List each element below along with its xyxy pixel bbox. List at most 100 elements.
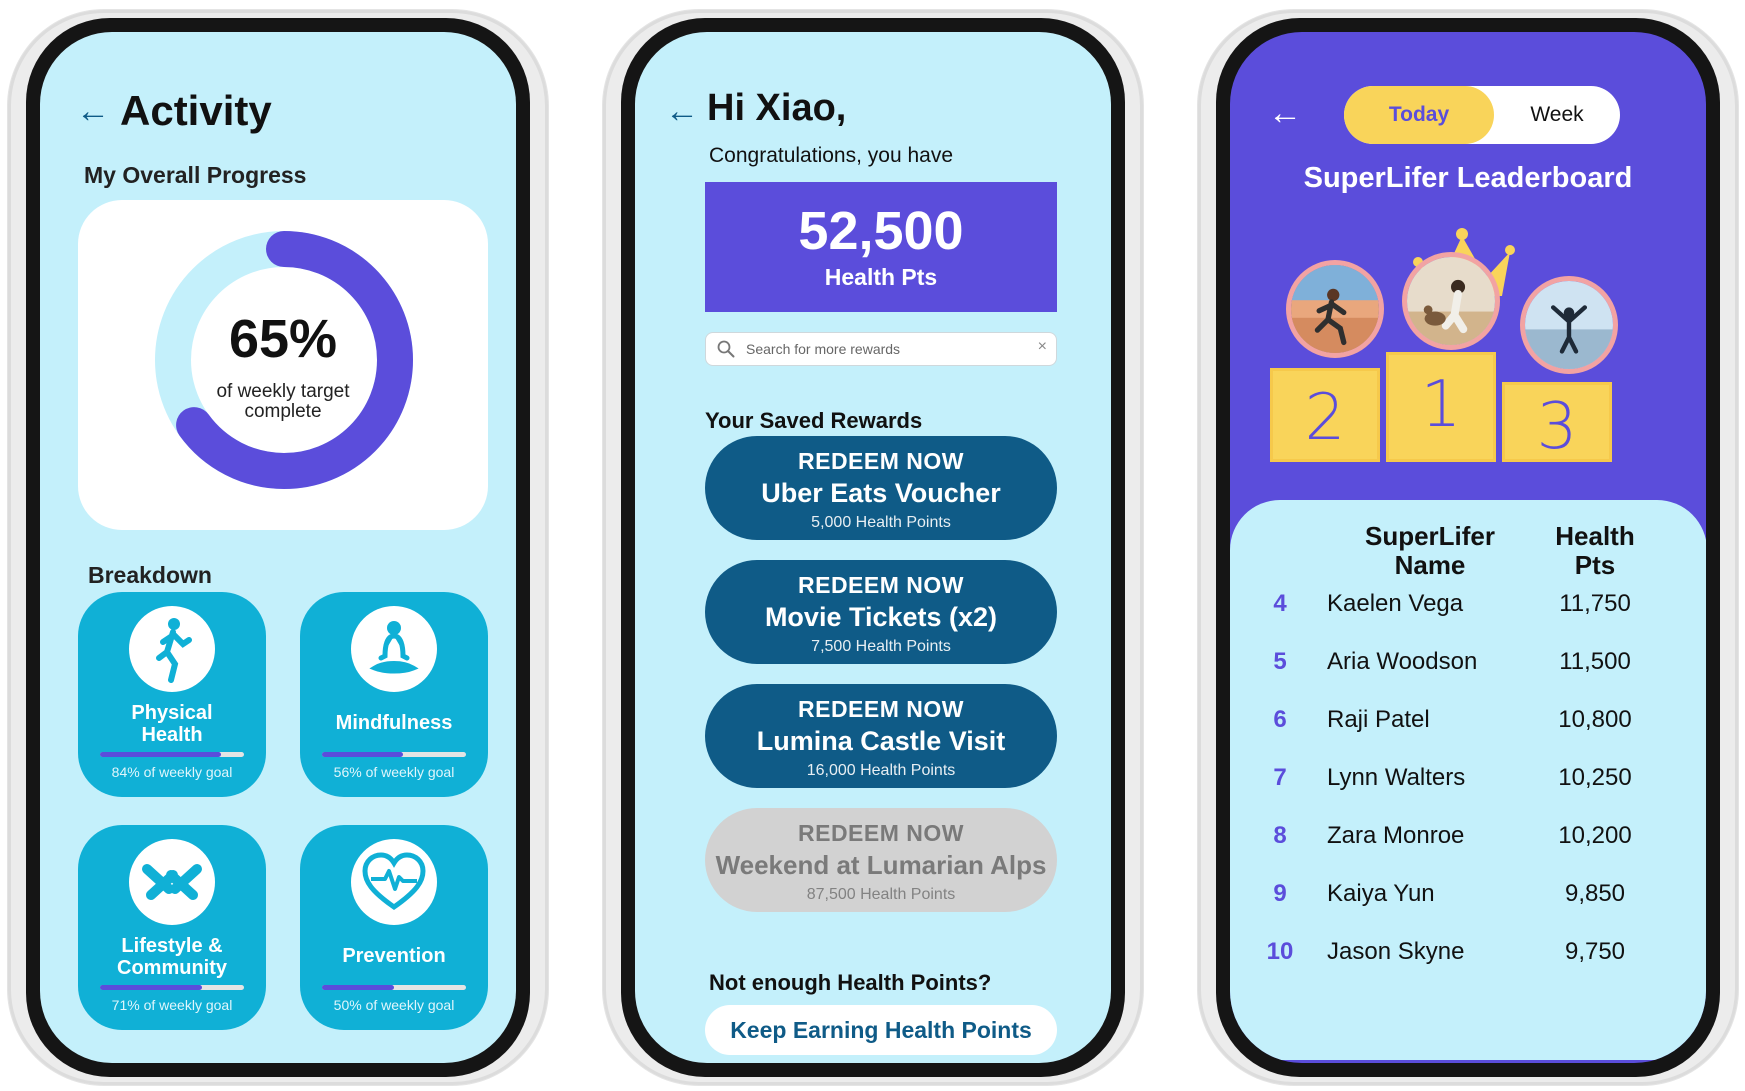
podium-3: 3 [1502,382,1612,464]
progress-caption-line2: complete [244,401,322,422]
table-row[interactable]: 5 Aria Woodson 11,500 [1230,642,1690,682]
tile-physical-health[interactable]: Physical Health 84% of weekly goal [78,592,266,797]
reward-name: Weekend at Lumarian Alps [715,850,1047,880]
congrats-text: Congratulations, you have [709,144,953,167]
progress-caption-line1: of weekly target [216,381,350,402]
arrow-left-icon[interactable]: ← [1268,96,1302,130]
phone-rewards: ← Hi Xiao, Congratulations, you have 52,… [603,10,1143,1085]
reward-action: REDEEM NOW [798,696,964,722]
tile-lifestyle-community[interactable]: Lifestyle & Community 71% of weekly goal [78,825,266,1030]
tab-today[interactable]: Today [1344,86,1494,144]
keep-earning-button[interactable]: Keep Earning Health Points [705,1005,1057,1055]
row-points: 10,200 [1558,822,1632,849]
reward-action: REDEEM NOW [798,820,964,846]
tile-label: Lifestyle & Community [78,935,266,979]
progress-caption: of weekly target complete [78,382,488,422]
page-title: Activity [120,87,272,134]
points-card: 52,500 Health Pts [705,182,1057,312]
row-points: 9,750 [1564,938,1626,965]
breakdown-label: Breakdown [88,562,212,588]
table-row[interactable]: 7 Lynn Walters 10,250 [1230,758,1690,798]
leaderboard-screen: ← Today Week SuperLifer Leaderboard 2 1 … [1230,32,1706,1063]
row-name: Kaelen Vega [1327,590,1464,617]
podium-2: 2 [1270,368,1380,462]
row-name: Zara Monroe [1327,822,1465,849]
tile-progress-fill [322,752,403,757]
reward-cost: 16,000 Health Points [806,762,956,779]
progress-percent: 65% [228,309,338,369]
activity-screen: ← Activity My Overall Progress 65% of we… [40,32,516,1063]
row-points: 11,500 [1559,648,1631,675]
tab-week[interactable]: Week [1494,86,1620,144]
tile-label-line1: Prevention [342,945,446,967]
row-rank: 9 [1273,880,1287,907]
tile-label-line1: Physical [131,702,213,724]
reward-movie-tickets[interactable]: REDEEM NOW Movie Tickets (x2) 7,500 Heal… [705,560,1057,664]
tile-progress-bar [322,752,466,757]
tile-label-line1: Lifestyle & [121,935,223,957]
arrow-left-icon[interactable]: ← [76,94,110,128]
tile-label-line2: Health [141,724,203,746]
reward-action: REDEEM NOW [798,572,964,598]
row-rank: 8 [1273,822,1287,849]
row-rank: 7 [1273,764,1287,791]
avatar-rank-1[interactable] [1402,252,1500,350]
tile-mindfulness[interactable]: Mindfulness 56% of weekly goal [300,592,488,797]
tile-label-line2: Community [117,957,227,979]
row-points: 10,250 [1558,764,1632,791]
tile-label-line1: Mindfulness [335,712,453,734]
leaderboard-title: SuperLifer Leaderboard [1303,162,1633,194]
row-rank: 5 [1273,648,1287,675]
phone-bezel: ← Today Week SuperLifer Leaderboard 2 1 … [1216,18,1720,1077]
rewards-screen: ← Hi Xiao, Congratulations, you have 52,… [635,32,1111,1063]
tile-progress-fill [100,752,221,757]
reward-cost: 87,500 Health Points [806,886,956,903]
not-enough-label: Not enough Health Points? [709,970,992,995]
reward-lumina-castle[interactable]: REDEEM NOW Lumina Castle Visit 16,000 He… [705,684,1057,788]
table-row[interactable]: 9 Kaiya Yun 9,850 [1230,874,1690,914]
row-name: Kaiya Yun [1327,880,1435,907]
tile-progress-fill [322,985,394,990]
leaderboard-table: SuperLifer Name Health Pts 4 Kaelen Vega… [1230,500,1706,1060]
period-toggle: Today Week [1344,86,1620,144]
reward-uber-eats[interactable]: REDEEM NOW Uber Eats Voucher 5,000 Healt… [705,436,1057,540]
overall-progress-card: 65% of weekly target complete [78,200,488,530]
header-points-line2: Pts [1574,550,1616,580]
phone-bezel: ← Hi Xiao, Congratulations, you have 52,… [621,18,1125,1077]
podium-1: 1 [1386,352,1496,462]
row-name: Lynn Walters [1327,764,1466,791]
row-name: Aria Woodson [1327,648,1478,675]
reward-cost: 7,500 Health Points [811,638,951,655]
reward-name: Uber Eats Voucher [761,478,1001,508]
header-name-line1: SuperLifer [1364,521,1496,551]
row-rank: 6 [1273,706,1287,733]
table-row[interactable]: 4 Kaelen Vega 11,750 [1230,584,1690,624]
meditation-icon [351,606,437,692]
tile-prevention[interactable]: Prevention 50% of weekly goal [300,825,488,1030]
tile-goal-text: 71% of weekly goal [111,997,233,1013]
header-name-line2: Name [1394,550,1466,580]
tile-label: Physical Health [78,702,266,746]
arrow-left-icon[interactable]: ← [665,94,699,128]
row-name: Raji Patel [1327,706,1430,733]
header-points-line1: Health [1555,521,1635,551]
search-icon [717,340,735,358]
runner-icon [129,606,215,692]
header-points: Health Pts [1530,522,1660,580]
phone-bezel: ← Activity My Overall Progress 65% of we… [26,18,530,1077]
phone-activity: ← Activity My Overall Progress 65% of we… [8,10,548,1085]
avatar-rank-3[interactable] [1520,276,1618,374]
reward-name: Lumina Castle Visit [756,726,1006,756]
tile-progress-bar [100,752,244,757]
search-input[interactable] [746,337,1026,361]
row-points: 11,750 [1559,590,1631,617]
reward-cost: 5,000 Health Points [811,514,951,531]
row-rank: 4 [1273,590,1287,617]
table-row[interactable]: 10 Jason Skyne 9,750 [1230,932,1690,972]
close-icon[interactable]: × [1038,338,1047,356]
table-row[interactable]: 8 Zara Monroe 10,200 [1230,816,1690,856]
phone-leaderboard: ← Today Week SuperLifer Leaderboard 2 1 … [1198,10,1738,1085]
table-row[interactable]: 6 Raji Patel 10,800 [1230,700,1690,740]
avatar-rank-2[interactable] [1286,260,1384,358]
header-name: SuperLifer Name [1330,522,1530,580]
